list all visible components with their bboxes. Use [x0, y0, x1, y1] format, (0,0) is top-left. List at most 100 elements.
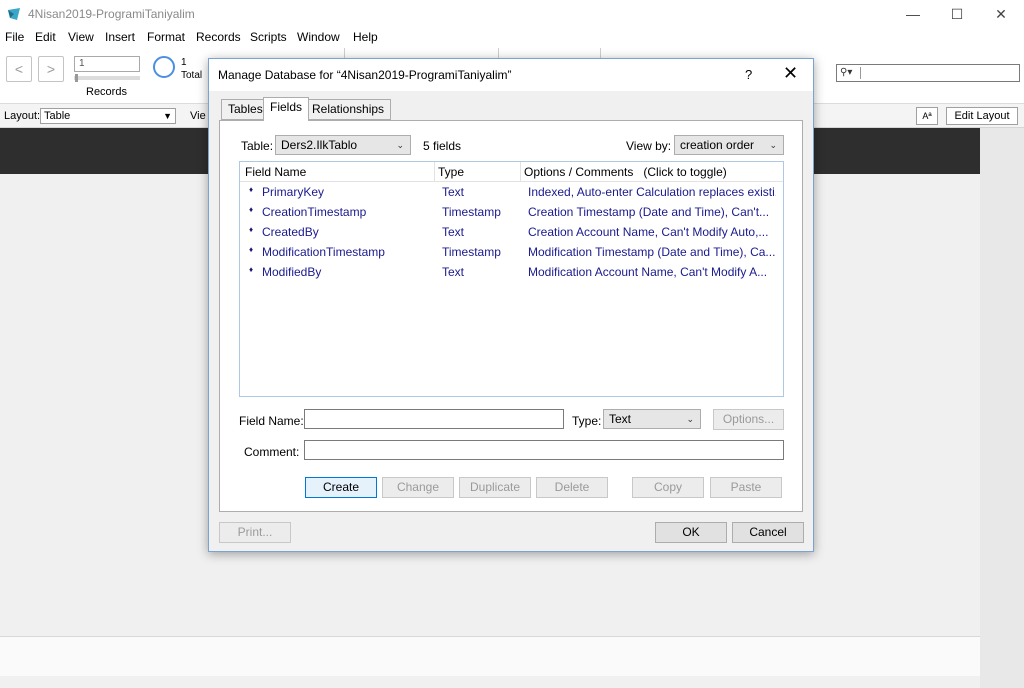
field-name-cell: PrimaryKey — [262, 185, 325, 199]
record-slider[interactable] — [74, 76, 140, 80]
view-by-label: View by: — [626, 139, 672, 153]
table-row[interactable]: ♦ ModifiedBy Text Modification Account N… — [240, 262, 783, 282]
quick-find-search-box[interactable]: ⚲▾ — [836, 64, 1020, 82]
field-name-cell: ModificationTimestamp — [262, 245, 385, 259]
tab-relationships[interactable]: Relationships — [305, 99, 392, 120]
fields-list[interactable]: Field Name Type Options / Comments (Clic… — [239, 161, 784, 397]
field-type-cell: Timestamp — [442, 205, 501, 219]
next-record-button[interactable]: > — [38, 56, 64, 82]
table-label: Table: — [241, 139, 274, 153]
table-select-value: Ders2.IlkTablo — [281, 138, 358, 152]
menu-edit[interactable]: Edit — [35, 30, 56, 44]
minimize-icon[interactable]: — — [890, 0, 936, 28]
comment-label: Comment: — [244, 445, 300, 459]
view-by-select[interactable]: creation order ⌄ — [674, 135, 784, 155]
field-options-cell: Modification Account Name, Can't Modify … — [528, 265, 768, 279]
drag-handle-icon[interactable]: ♦ — [249, 225, 253, 234]
change-button[interactable]: Change — [382, 477, 454, 498]
records-label: Records — [86, 86, 127, 98]
delete-button[interactable]: Delete — [536, 477, 608, 498]
column-header-options[interactable]: Options / Comments (Click to toggle) — [524, 165, 727, 179]
menu-help[interactable]: Help — [353, 30, 378, 44]
chevron-down-icon: ⌄ — [686, 414, 694, 424]
drag-handle-icon[interactable]: ♦ — [249, 265, 253, 274]
print-button[interactable]: Print... — [219, 522, 291, 543]
search-icon[interactable]: ⚲▾ — [840, 67, 858, 79]
layout-select-value: Table — [44, 110, 71, 122]
drag-handle-icon[interactable]: ♦ — [249, 245, 253, 254]
field-name-cell: CreatedBy — [262, 225, 319, 239]
type-select-value: Text — [609, 412, 632, 426]
field-name-cell: ModifiedBy — [262, 265, 322, 279]
right-side-panel — [980, 128, 1024, 688]
menu-window[interactable]: Window — [297, 30, 340, 44]
type-label: Type: — [572, 414, 602, 428]
menu-file[interactable]: File — [5, 30, 24, 44]
menu-view[interactable]: View — [68, 30, 94, 44]
field-options-cell: Creation Account Name, Can't Modify Auto… — [528, 225, 769, 239]
close-window-icon[interactable]: ✕ — [978, 0, 1024, 28]
paste-button[interactable]: Paste — [710, 477, 782, 498]
app-title: 4Nisan2019-ProgramiTaniyalim — [28, 7, 195, 21]
help-icon[interactable]: ? — [745, 67, 752, 82]
found-set-pie-icon[interactable] — [153, 56, 175, 78]
tab-fields[interactable]: Fields — [263, 97, 310, 121]
field-name-label: Field Name: — [239, 414, 304, 428]
manage-database-dialog: Manage Database for “4Nisan2019-Programi… — [208, 58, 814, 552]
layout-select[interactable]: Table ▼ — [40, 108, 176, 124]
record-slider-thumb[interactable] — [75, 74, 78, 82]
comment-input[interactable] — [304, 440, 784, 460]
table-row[interactable]: ♦ CreationTimestamp Timestamp Creation T… — [240, 202, 783, 222]
options-button[interactable]: Options... — [713, 409, 784, 430]
field-options-cell: Indexed, Auto-enter Calculation replaces… — [528, 185, 776, 199]
column-header-field-name[interactable]: Field Name — [245, 165, 306, 179]
menu-records[interactable]: Records — [196, 30, 241, 44]
app-titlebar: 4Nisan2019-ProgramiTaniyalim — ☐ ✕ — [0, 0, 1024, 28]
duplicate-button[interactable]: Duplicate — [459, 477, 531, 498]
table-row[interactable]: ♦ PrimaryKey Text Indexed, Auto-enter Ca… — [240, 182, 783, 202]
menu-insert[interactable]: Insert — [105, 30, 135, 44]
view-by-select-value: creation order — [680, 138, 755, 152]
chevron-down-icon: ⌄ — [769, 140, 777, 150]
fields-list-header: Field Name Type Options / Comments (Clic… — [240, 162, 783, 182]
table-select[interactable]: Ders2.IlkTablo ⌄ — [275, 135, 411, 155]
ok-button[interactable]: OK — [655, 522, 727, 543]
total-record-count: 1 — [181, 57, 187, 68]
field-type-cell: Text — [442, 265, 465, 279]
current-record-input[interactable]: 1 — [74, 56, 140, 72]
cancel-button[interactable]: Cancel — [732, 522, 804, 543]
column-header-type[interactable]: Type — [438, 165, 464, 179]
table-row[interactable]: ♦ CreatedBy Text Creation Account Name, … — [240, 222, 783, 242]
field-type-cell: Text — [442, 225, 465, 239]
total-label: Total — [181, 70, 203, 81]
menu-scripts[interactable]: Scripts — [250, 30, 287, 44]
field-type-cell: Timestamp — [442, 245, 501, 259]
chevron-down-icon: ⌄ — [396, 140, 404, 150]
edit-layout-button[interactable]: Edit Layout — [946, 107, 1018, 125]
bottom-status-bar — [0, 636, 980, 676]
column-divider[interactable] — [520, 162, 521, 182]
formatting-bar-button[interactable]: Aª — [916, 107, 938, 125]
drag-handle-icon[interactable]: ♦ — [249, 185, 253, 194]
type-select[interactable]: Text ⌄ — [603, 409, 701, 429]
dialog-titlebar: Manage Database for “4Nisan2019-Programi… — [209, 59, 813, 91]
copy-button[interactable]: Copy — [632, 477, 704, 498]
menu-format[interactable]: Format — [147, 30, 185, 44]
menu-bar: File Edit View Insert Format Records Scr… — [0, 28, 1024, 48]
create-button[interactable]: Create — [305, 477, 377, 498]
maximize-icon[interactable]: ☐ — [934, 0, 980, 28]
field-options-cell: Creation Timestamp (Date and Time), Can'… — [528, 205, 770, 219]
drag-handle-icon[interactable]: ♦ — [249, 205, 253, 214]
field-name-input[interactable] — [304, 409, 564, 429]
previous-record-button[interactable]: < — [6, 56, 32, 82]
filemaker-app-icon — [8, 8, 20, 20]
field-options-cell: Modification Timestamp (Date and Time), … — [528, 245, 776, 259]
field-count: 5 fields — [423, 139, 462, 153]
layout-label: Layout: — [4, 110, 41, 122]
column-divider[interactable] — [434, 162, 435, 182]
table-row[interactable]: ♦ ModificationTimestamp Timestamp Modifi… — [240, 242, 783, 262]
search-cursor — [860, 67, 861, 79]
close-icon[interactable]: ✕ — [783, 63, 798, 84]
field-type-cell: Text — [442, 185, 465, 199]
field-name-cell: CreationTimestamp — [262, 205, 367, 219]
